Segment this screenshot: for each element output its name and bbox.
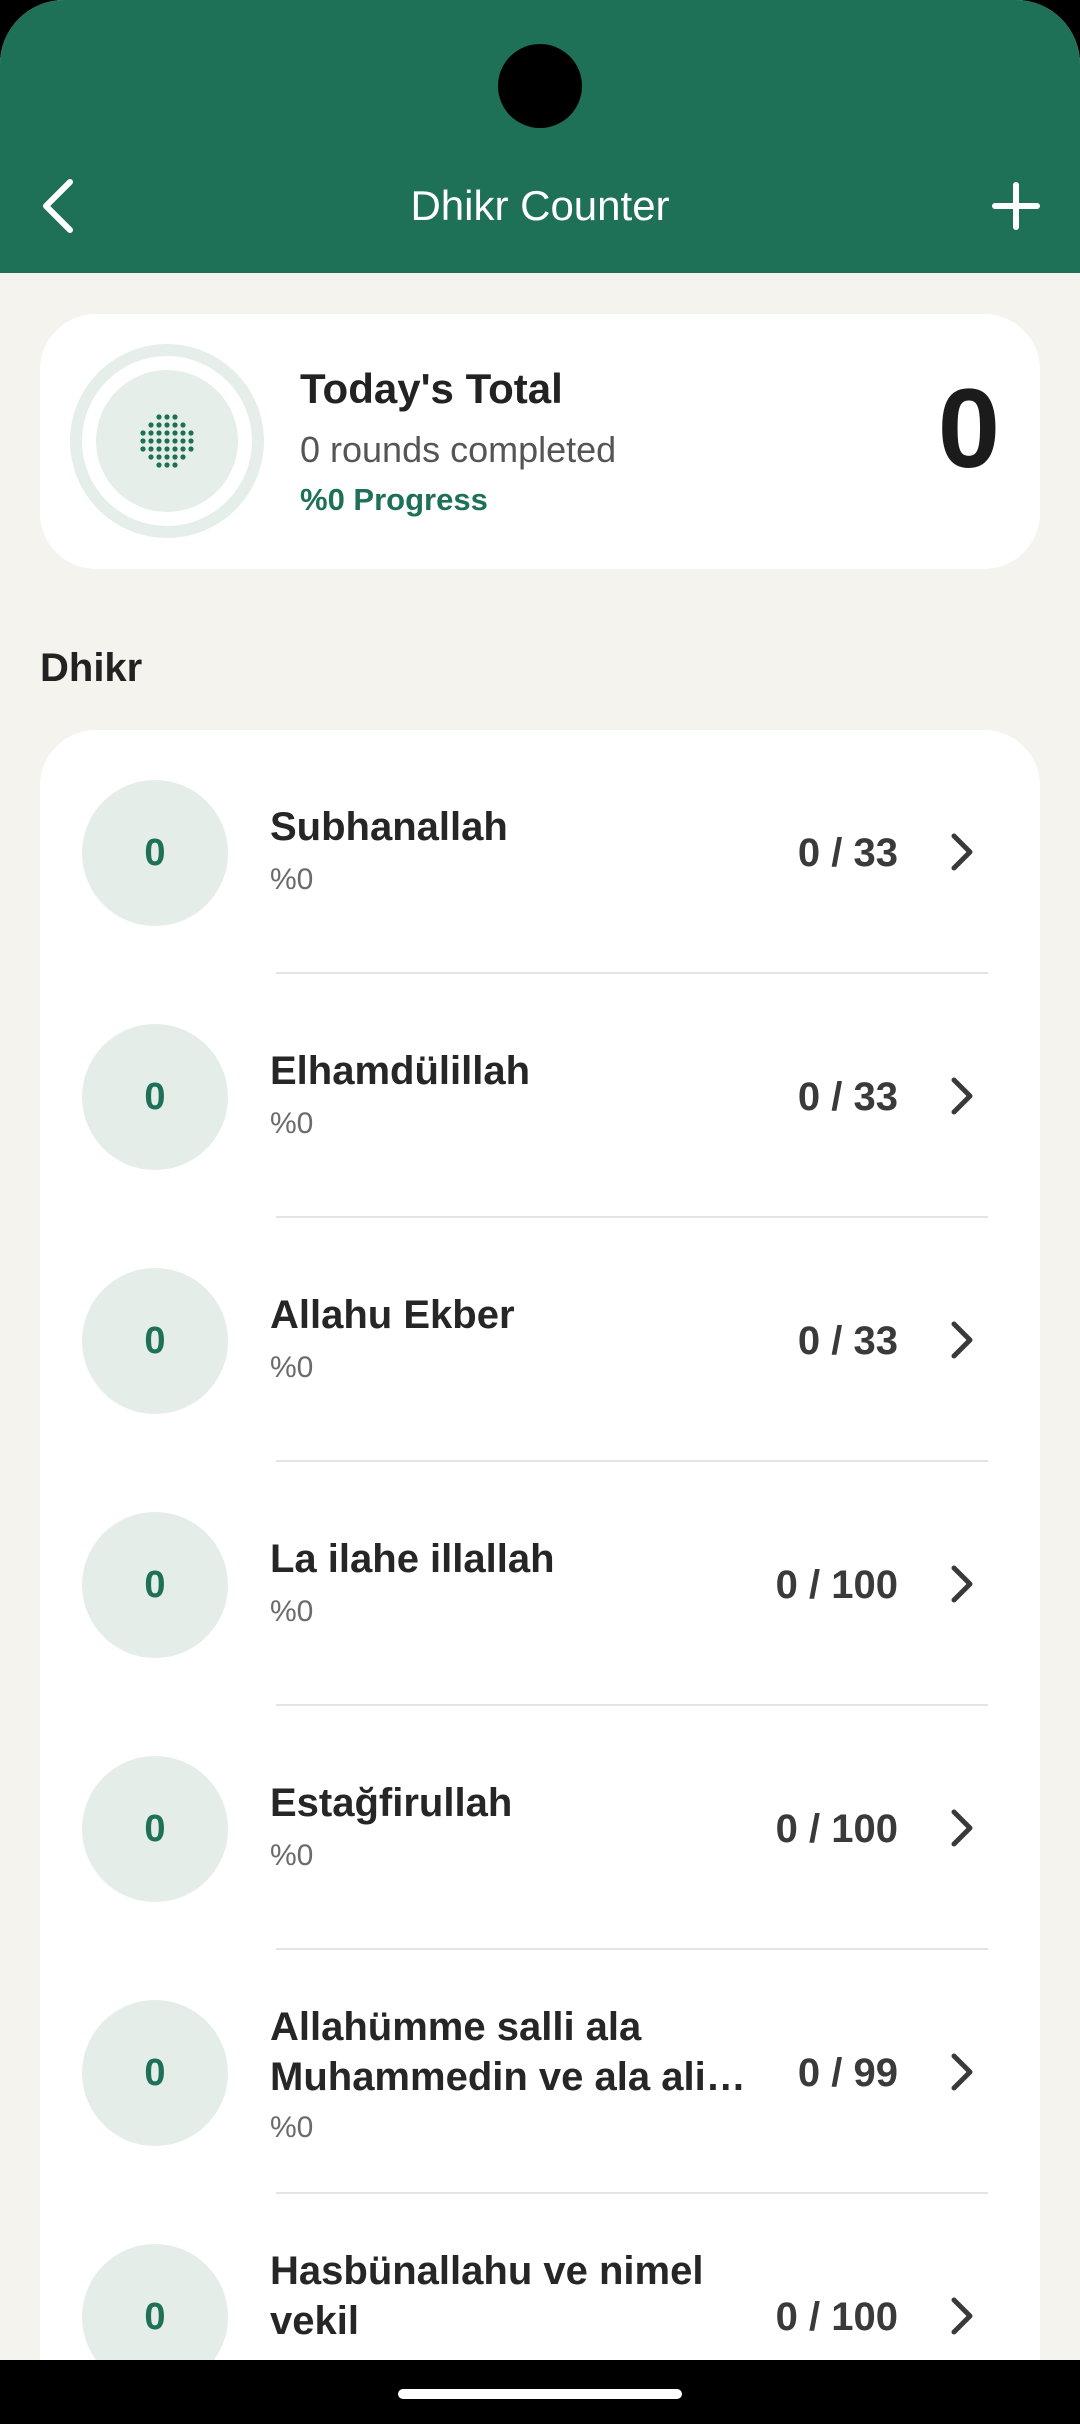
chevron-right-icon[interactable] bbox=[940, 1318, 984, 1362]
dhikr-row[interactable]: 0 Estağfirullah %0 0 / 100 bbox=[40, 1706, 1040, 1950]
dhikr-count-badge: 0 bbox=[82, 1024, 228, 1170]
dhikr-row[interactable]: 0 Elhamdülillah %0 0 / 33 bbox=[40, 974, 1040, 1218]
summary-title: Today's Total bbox=[300, 365, 563, 412]
dhikr-name: Estağfirullah bbox=[270, 1781, 513, 1825]
dhikr-count-badge: 0 bbox=[82, 1512, 228, 1658]
dhikr-percent: %0 bbox=[270, 2354, 313, 2360]
dhikr-count-badge: 0 bbox=[82, 780, 228, 926]
dhikr-name: Subhanallah bbox=[270, 805, 508, 849]
progress-text: %0 Progress bbox=[300, 482, 488, 517]
dhikr-percent: %0 bbox=[270, 2111, 314, 2144]
dhikr-target-count: 0 / 99 bbox=[797, 2051, 898, 2095]
camera-cutout bbox=[498, 44, 582, 128]
today-total-card: Today's Total 0 rounds completed %0 Prog… bbox=[40, 314, 1040, 569]
dhikr-name: Allahümme salli ala Muhammedin ve ala al… bbox=[270, 2005, 706, 2099]
chevron-right-icon[interactable] bbox=[940, 1806, 984, 1850]
dhikr-count-badge: 0 bbox=[82, 2244, 228, 2360]
dhikr-count-badge: 0 bbox=[82, 1756, 228, 1902]
chevron-right-icon[interactable] bbox=[940, 2050, 984, 2094]
dhikr-target-count: 0 / 100 bbox=[775, 1807, 898, 1851]
chevron-right-icon[interactable] bbox=[940, 2294, 984, 2338]
dhikr-percent: %0 bbox=[270, 1107, 314, 1140]
dhikr-percent: %0 bbox=[270, 1595, 314, 1628]
dhikr-name: Allahu Ekber bbox=[270, 1293, 515, 1337]
chevron-right-icon[interactable] bbox=[940, 1074, 984, 1118]
dhikr-name: Hasbünallahu ve nimel vekil bbox=[270, 2249, 704, 2343]
section-title: Dhikr bbox=[40, 646, 143, 690]
progress-ring bbox=[70, 344, 264, 538]
dhikr-percent: %0 bbox=[270, 1351, 314, 1384]
dhikr-target-count: 0 / 33 bbox=[797, 1319, 898, 1363]
dhikr-target-count: 0 / 100 bbox=[775, 1563, 898, 1607]
dhikr-list: 0 Subhanallah %0 0 / 33 0 Elhamdülillah %0 0 / … bbox=[40, 730, 1040, 2360]
plus-icon bbox=[992, 182, 1040, 230]
home-indicator[interactable] bbox=[398, 2389, 682, 2399]
dhikr-target-count: 0 / 33 bbox=[797, 1075, 898, 1119]
rounds-completed: 0 rounds completed bbox=[300, 429, 617, 470]
chevron-right-icon[interactable] bbox=[940, 1562, 984, 1606]
add-dhikr-button[interactable] bbox=[976, 166, 1056, 246]
dhikr-count-badge: 0 bbox=[82, 2000, 228, 2146]
dhikr-row[interactable]: 0 Allahümme salli ala Muhammedin ve ala a… bbox=[40, 1950, 1040, 2194]
dhikr-row[interactable]: 0 Allahu Ekber %0 0 / 33 bbox=[40, 1218, 1040, 1462]
dhikr-row[interactable]: 0 La ilahe illallah %0 0 / 100 bbox=[40, 1462, 1040, 1706]
total-count: 0 bbox=[937, 366, 1000, 491]
page-title: Dhikr Counter bbox=[410, 182, 670, 229]
screen: Dhikr Counter Today's Total 0 rounds com… bbox=[0, 0, 1080, 2360]
tasbih-beads-icon bbox=[140, 414, 194, 468]
dhikr-name: La ilahe illallah bbox=[270, 1537, 555, 1581]
chevron-right-icon[interactable] bbox=[940, 830, 984, 874]
app-bar: Dhikr Counter bbox=[0, 0, 1080, 273]
dhikr-name: Elhamdülillah bbox=[270, 1049, 531, 1093]
dhikr-percent: %0 bbox=[270, 1839, 314, 1872]
dhikr-row[interactable]: 0 Hasbünallahu ve nimel vekil %0 0 / 100 bbox=[40, 2194, 1040, 2360]
dhikr-target-count: 0 / 100 bbox=[775, 2295, 898, 2339]
dhikr-row[interactable]: 0 Subhanallah %0 0 / 33 bbox=[40, 730, 1040, 974]
dhikr-percent: %0 bbox=[270, 863, 314, 896]
dhikr-count-badge: 0 bbox=[82, 1268, 228, 1414]
dhikr-target-count: 0 / 33 bbox=[797, 831, 898, 875]
